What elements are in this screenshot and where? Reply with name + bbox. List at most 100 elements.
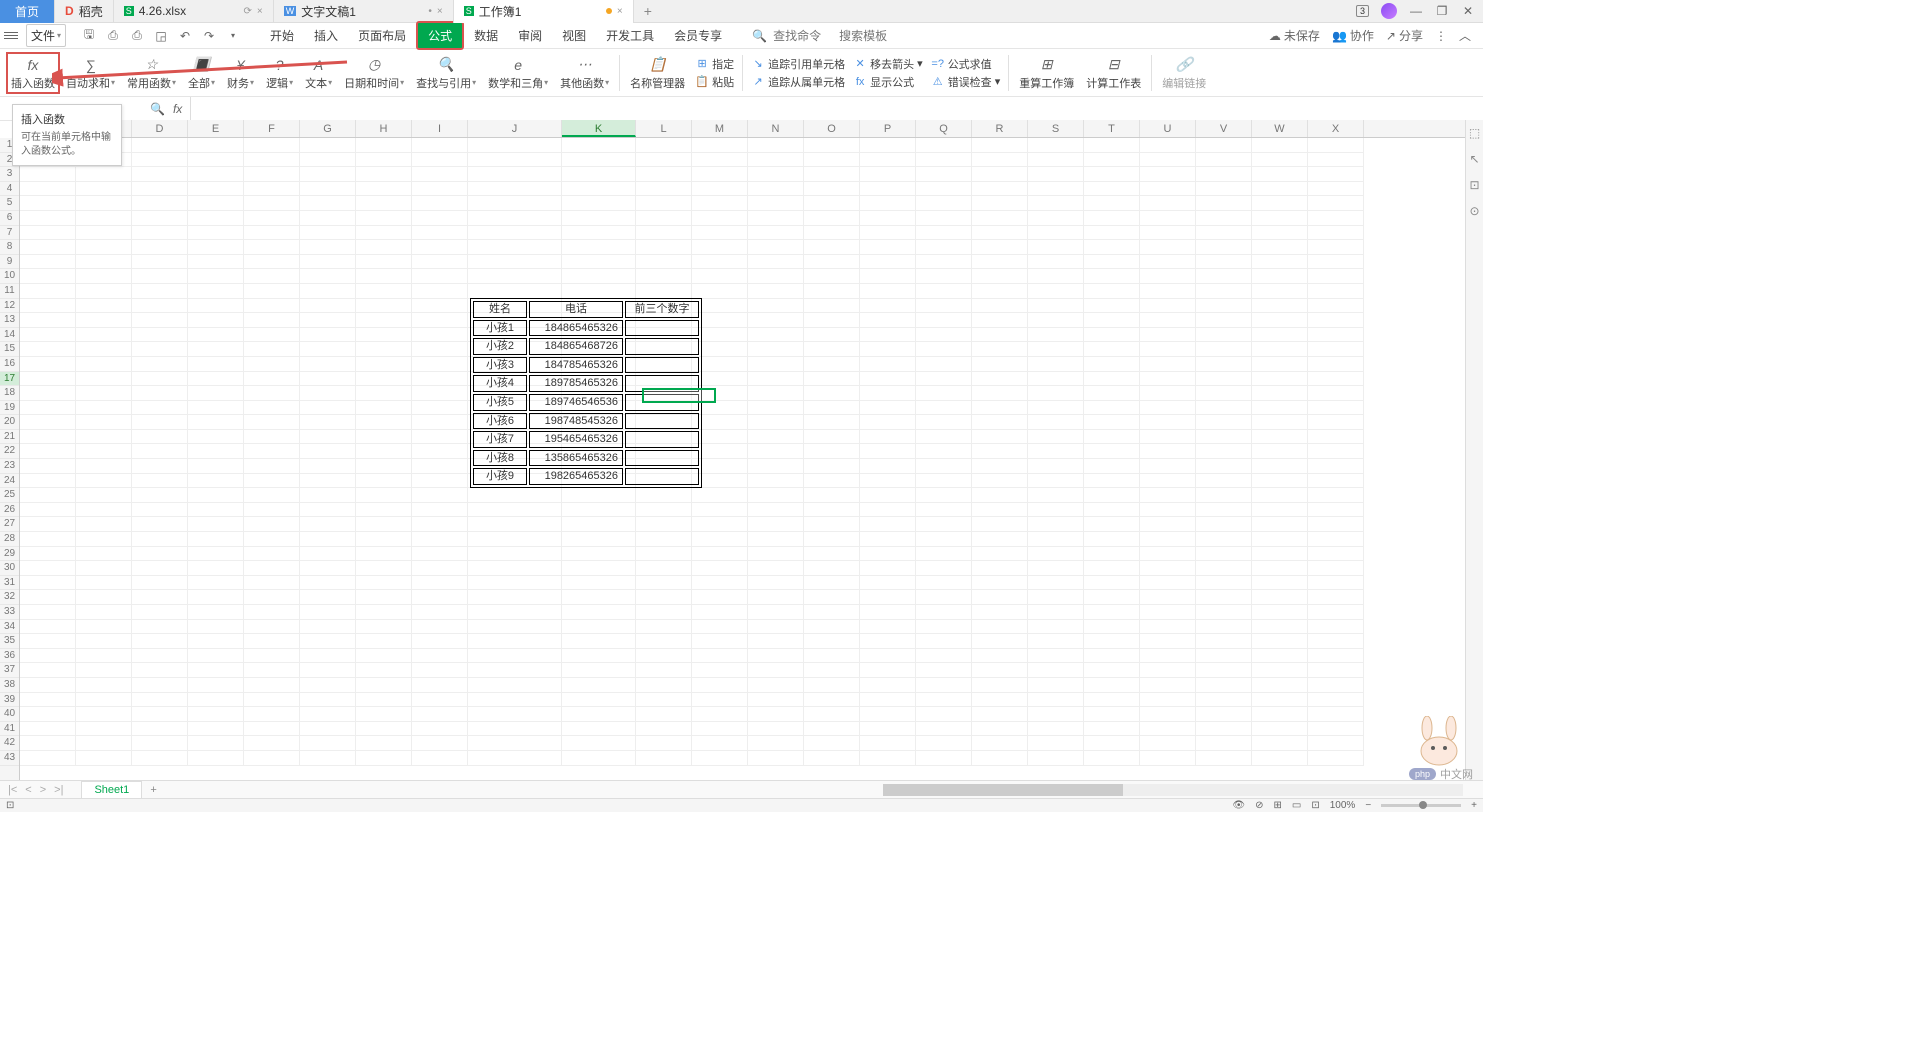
row-header-23[interactable]: 23	[0, 459, 19, 474]
insert-function-button[interactable]: fx 插入函数	[6, 52, 60, 94]
preview-icon[interactable]: ◲	[154, 29, 168, 43]
row-header-25[interactable]: 25	[0, 488, 19, 503]
menu-tab-8[interactable]: 会员专享	[664, 23, 732, 48]
row-header-34[interactable]: 34	[0, 620, 19, 635]
all-fn-button[interactable]: 🔳全部▾	[182, 53, 221, 93]
row-header-31[interactable]: 31	[0, 576, 19, 591]
paste-name-button[interactable]: 📋粘贴	[695, 74, 734, 90]
tab-file-xlsx[interactable]: S4.26.xlsx⟳×	[114, 0, 274, 23]
remove-arrows-button[interactable]: ✕移去箭头▾	[853, 56, 923, 72]
col-header-W[interactable]: W	[1252, 120, 1308, 137]
row-header-4[interactable]: 4	[0, 182, 19, 197]
menu-tab-4[interactable]: 数据	[464, 23, 508, 48]
zoom-slider[interactable]	[1381, 804, 1461, 807]
menu-tab-2[interactable]: 页面布局	[348, 23, 416, 48]
col-header-T[interactable]: T	[1084, 120, 1140, 137]
col-header-I[interactable]: I	[412, 120, 468, 137]
view-page-icon[interactable]: ▭	[1292, 800, 1301, 811]
tab-doc[interactable]: W文字文稿1•×	[274, 0, 454, 23]
row-header-43[interactable]: 43	[0, 751, 19, 766]
row-header-5[interactable]: 5	[0, 196, 19, 211]
row-header-26[interactable]: 26	[0, 503, 19, 518]
col-header-U[interactable]: U	[1140, 120, 1196, 137]
menu-tab-7[interactable]: 开发工具	[596, 23, 664, 48]
print-icon[interactable]: ⎙	[130, 28, 144, 43]
eval-formula-button[interactable]: =?公式求值	[931, 56, 1001, 72]
trace-dependents-button[interactable]: ↗追踪从属单元格	[751, 74, 845, 90]
minimize-icon[interactable]: —	[1409, 4, 1423, 18]
zoom-level[interactable]: 100%	[1330, 800, 1356, 811]
row-header-42[interactable]: 42	[0, 736, 19, 751]
col-header-J[interactable]: J	[468, 120, 562, 137]
eye-icon[interactable]: 👁	[1232, 800, 1245, 811]
tab-add[interactable]: +	[634, 3, 662, 19]
col-header-H[interactable]: H	[356, 120, 412, 137]
col-header-G[interactable]: G	[300, 120, 356, 137]
row-header-29[interactable]: 29	[0, 547, 19, 562]
add-sheet-button[interactable]: +	[142, 784, 164, 796]
unsaved-status[interactable]: ☁ 未保存	[1269, 27, 1320, 44]
search-commands[interactable]	[773, 29, 833, 43]
col-header-F[interactable]: F	[244, 120, 300, 137]
calc-sheet-button[interactable]: ⊟计算工作表	[1080, 53, 1147, 93]
cursor-tool-icon[interactable]: ↖	[1469, 152, 1479, 166]
row-header-38[interactable]: 38	[0, 678, 19, 693]
row-header-7[interactable]: 7	[0, 226, 19, 241]
menu-tab-1[interactable]: 插入	[304, 23, 348, 48]
col-header-V[interactable]: V	[1196, 120, 1252, 137]
row-header-35[interactable]: 35	[0, 634, 19, 649]
col-header-Q[interactable]: Q	[916, 120, 972, 137]
error-check-button[interactable]: ⚠错误检查▾	[931, 74, 1001, 90]
tab-workbook[interactable]: S工作簿1×	[454, 0, 634, 23]
row-header-17[interactable]: 17	[0, 372, 19, 387]
row-header-22[interactable]: 22	[0, 444, 19, 459]
row-header-36[interactable]: 36	[0, 649, 19, 664]
spreadsheet-grid[interactable]: BCDEFGHIJKLMNOPQRSTUVWX 1234567891011121…	[0, 120, 1465, 782]
row-header-20[interactable]: 20	[0, 415, 19, 430]
status-icon[interactable]: ⊡	[6, 800, 14, 811]
dash-icon[interactable]: ⊘	[1255, 800, 1263, 811]
row-header-19[interactable]: 19	[0, 401, 19, 416]
row-header-24[interactable]: 24	[0, 474, 19, 489]
row-header-18[interactable]: 18	[0, 386, 19, 401]
other-fn-button[interactable]: ⋯其他函数▾	[554, 53, 615, 93]
view-layout-icon[interactable]: ⊡	[1311, 800, 1319, 811]
sheet-first-icon[interactable]: |<	[8, 784, 17, 796]
notif-badge[interactable]: 3	[1356, 5, 1369, 17]
horizontal-scrollbar[interactable]	[883, 784, 1463, 796]
row-header-16[interactable]: 16	[0, 357, 19, 372]
more-icon[interactable]: ⋮	[1435, 29, 1447, 43]
save-icon[interactable]: 🖫	[82, 25, 96, 46]
col-header-X[interactable]: X	[1308, 120, 1364, 137]
qat-dropdown[interactable]: ▾	[226, 31, 240, 40]
view-normal-icon[interactable]: ⊞	[1274, 800, 1282, 811]
row-header-37[interactable]: 37	[0, 663, 19, 678]
row-header-33[interactable]: 33	[0, 605, 19, 620]
trace-precedents-button[interactable]: ↘追踪引用单元格	[751, 56, 845, 72]
sheet-prev-icon[interactable]: <	[25, 784, 31, 796]
row-header-11[interactable]: 11	[0, 284, 19, 299]
search-templates[interactable]	[839, 29, 899, 43]
row-header-28[interactable]: 28	[0, 532, 19, 547]
tab-home[interactable]: 首页	[0, 0, 55, 23]
row-header-13[interactable]: 13	[0, 313, 19, 328]
finance-fn-button[interactable]: ¥财务▾	[221, 53, 260, 93]
recalc-workbook-button[interactable]: ⊞重算工作簿	[1013, 53, 1080, 93]
zoom-in-icon[interactable]: +	[1471, 800, 1477, 811]
menu-tab-0[interactable]: 开始	[260, 23, 304, 48]
zoom-fx-icon[interactable]: 🔍	[150, 102, 165, 116]
row-header-15[interactable]: 15	[0, 342, 19, 357]
col-header-S[interactable]: S	[1028, 120, 1084, 137]
menu-tab-5[interactable]: 审阅	[508, 23, 552, 48]
help-icon[interactable]: ⊙	[1469, 204, 1479, 218]
fx-label[interactable]: fx	[173, 102, 182, 116]
math-fn-button[interactable]: e数学和三角▾	[482, 53, 554, 93]
lookup-fn-button[interactable]: 🔍查找与引用▾	[410, 53, 482, 93]
text-fn-button[interactable]: A文本▾	[299, 53, 338, 93]
tab-daoqiao[interactable]: D稻壳	[55, 0, 114, 23]
col-header-D[interactable]: D	[132, 120, 188, 137]
file-menu[interactable]: 文件▾	[26, 24, 66, 47]
sheet-last-icon[interactable]: >|	[54, 784, 63, 796]
sheet-next-icon[interactable]: >	[40, 784, 46, 796]
menu-tab-3[interactable]: 公式	[416, 21, 464, 50]
